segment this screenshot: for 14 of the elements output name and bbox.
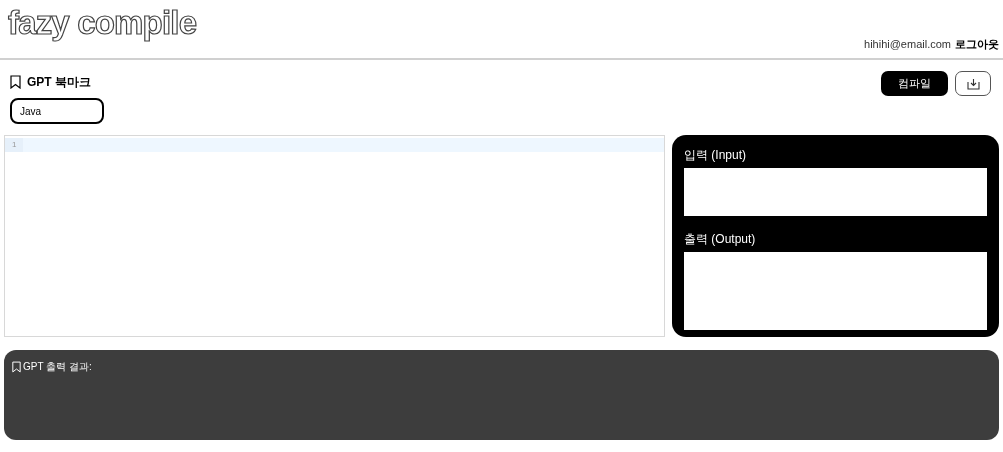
- output-label: 출력 (Output): [684, 231, 757, 248]
- bookmark-icon: [12, 360, 21, 373]
- user-email: hihihi@email.com: [864, 36, 951, 52]
- download-icon: [966, 77, 980, 90]
- bookmark-button[interactable]: GPT 북마크: [10, 73, 91, 91]
- input-label: 입력 (Input): [684, 147, 747, 164]
- language-select[interactable]: Java: [10, 98, 104, 124]
- input-field[interactable]: [684, 168, 987, 216]
- download-button[interactable]: [955, 71, 991, 96]
- gpt-result-label: GPT 출력 결과:: [23, 360, 92, 374]
- bookmark-icon: [10, 75, 21, 89]
- logout-link[interactable]: 로그아웃: [955, 35, 999, 52]
- compile-button[interactable]: 컴파일: [881, 71, 948, 96]
- line-number: 1: [5, 138, 23, 152]
